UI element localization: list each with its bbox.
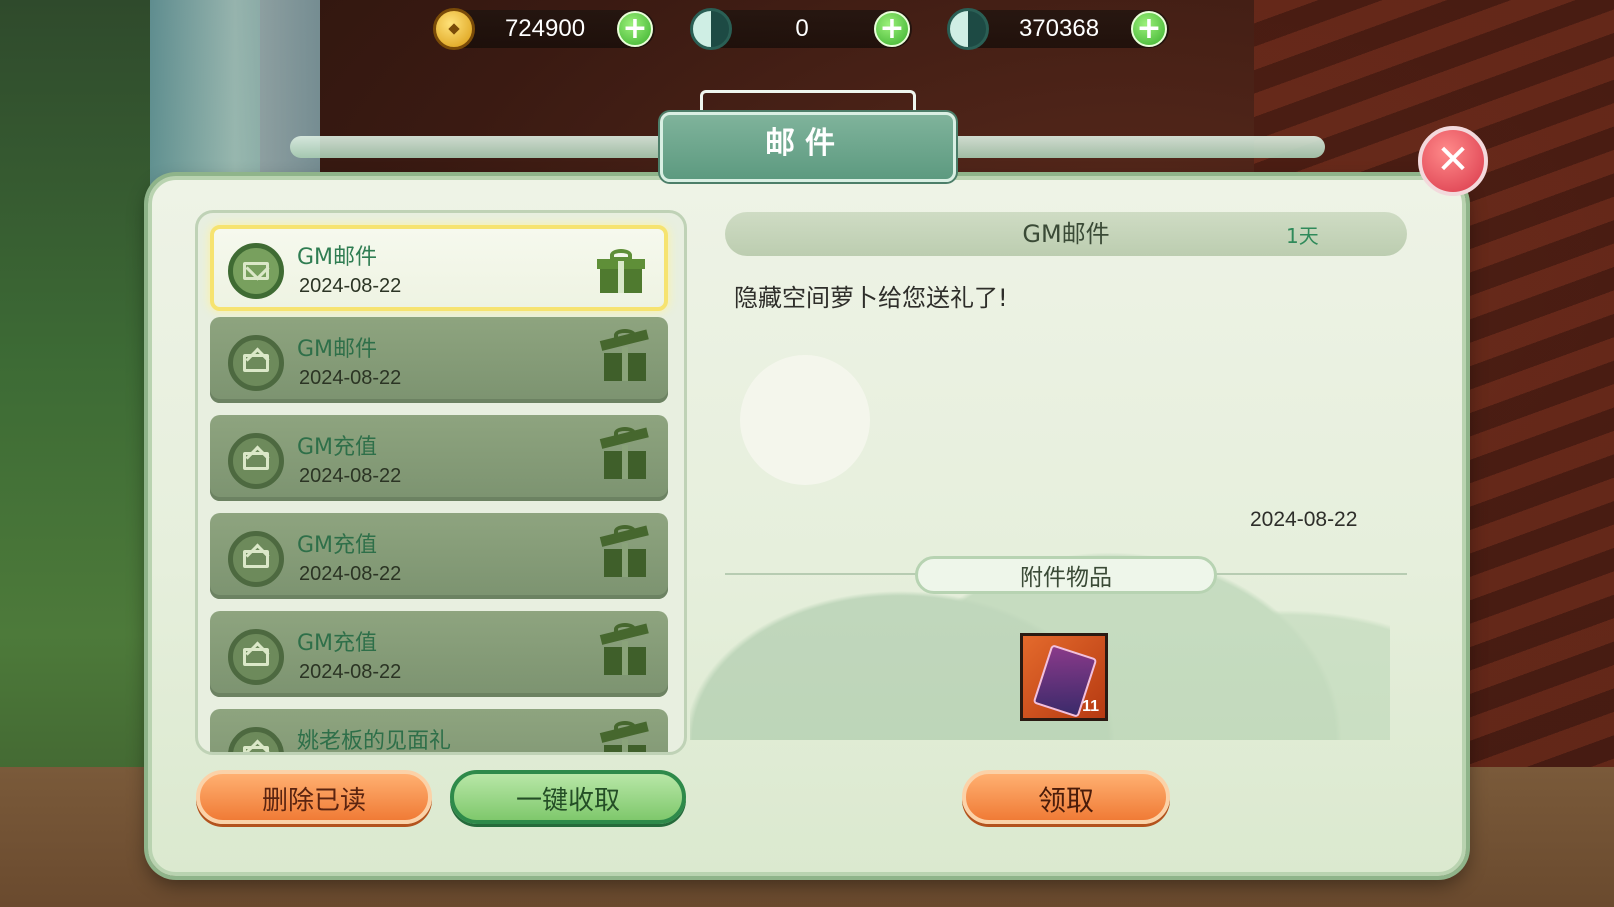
mail-item-name: 姚老板的见面礼 [297,729,452,754]
claim-button[interactable]: 领取 [962,770,1170,824]
mail-item-date: 2024-08-22 [299,367,402,389]
mail-item-date: 2024-08-22 [299,563,402,585]
mail-item-name: GM邮件 [297,245,378,270]
gift-opened-icon [599,721,649,752]
mail-detail-date: 2024-08-22 [1250,508,1358,531]
gift-opened-icon [599,427,649,479]
mail-body-text: 隐藏空间萝卜给您送礼了! [734,284,1008,312]
yin-yang-icon [947,8,989,50]
mail-expiry: 1天 [1286,224,1319,248]
close-button[interactable]: ✕ [1418,126,1488,196]
mail-list[interactable]: GM邮件 2024-08-22 GM邮件 2024-08-22 GM充值 202… [195,210,687,755]
currency-gold-value: 724900 [504,15,586,42]
gift-opened-icon [599,623,649,675]
currency-key: 0 + [690,8,912,50]
attachment-count: 11 [1082,698,1099,715]
mail-item[interactable]: GM充值 2024-08-22 [210,513,668,599]
mail-item[interactable]: GM邮件 2024-08-22 [210,317,668,403]
currency-yinyang: 370368 + [947,8,1169,50]
mail-item[interactable]: GM充值 2024-08-22 [210,415,668,501]
title-roof-decoration [700,90,916,111]
envelope-open-icon [228,629,284,685]
envelope-open-icon [228,531,284,587]
envelope-open-icon [228,433,284,489]
window-title: 邮件 [765,126,845,161]
title-ribbon-left [290,136,670,158]
mail-item-date: 2024-08-22 [299,661,402,683]
envelope-closed-icon [228,243,284,299]
yin-yang-key-icon [690,8,732,50]
attachments-label: 附件物品 [915,556,1217,594]
add-yinyang-button[interactable]: + [1131,11,1167,47]
mail-item[interactable]: 姚老板的见面礼 [210,709,668,754]
add-gold-button[interactable]: + [617,11,653,47]
delete-read-button[interactable]: 删除已读 [196,770,432,824]
attachment-slot[interactable]: 11 [1020,633,1108,721]
add-key-button[interactable]: + [874,11,910,47]
gift-opened-icon [599,329,649,381]
mail-item-name: GM充值 [297,435,378,460]
mail-item-date: 2024-08-22 [299,465,402,487]
mail-item-date: 2024-08-22 [299,275,402,297]
title-ribbon-right [945,136,1325,158]
gift-icon [597,249,645,293]
mail-item-name: GM邮件 [297,337,378,362]
mail-item[interactable]: GM邮件 2024-08-22 [210,225,668,311]
gift-opened-icon [599,525,649,577]
currency-yinyang-value: 370368 [1018,15,1100,42]
claim-all-button[interactable]: 一键收取 [450,770,686,824]
envelope-open-icon [228,335,284,391]
mail-item[interactable]: GM充值 2024-08-22 [210,611,668,697]
mail-item-name: GM充值 [297,533,378,558]
currency-key-value: 0 [795,15,809,42]
mail-item-name: GM充值 [297,631,378,656]
currency-gold: 724900 + [433,8,655,50]
gold-coin-icon [433,8,475,50]
envelope-open-icon [228,727,284,752]
